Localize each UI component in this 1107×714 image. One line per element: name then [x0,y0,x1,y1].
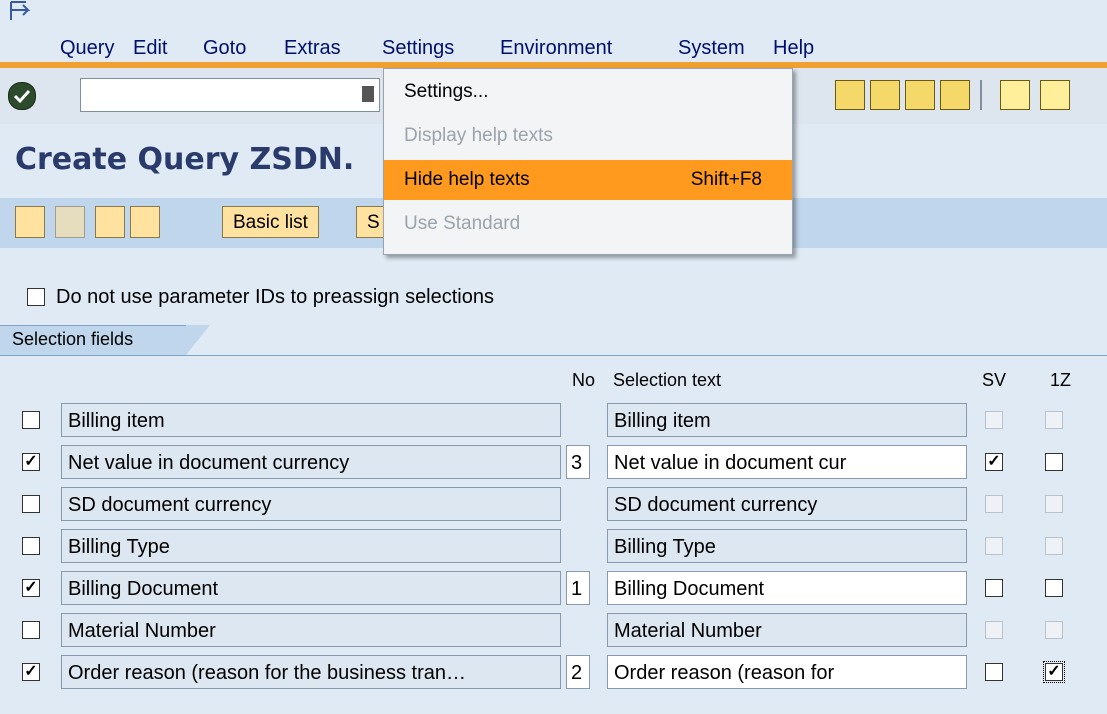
row-select-checkbox[interactable] [22,621,40,639]
page-title: Create Query ZSDN. [15,142,355,177]
param-ids-checkbox[interactable] [27,288,45,306]
first-page-icon[interactable] [835,80,865,110]
basic-list-button[interactable]: Basic list [222,206,319,238]
dropdown-item-settings[interactable]: Settings... [384,72,792,112]
row-select-checkbox[interactable] [22,495,40,513]
menu-system[interactable]: System [678,36,745,60]
tab-label: Selection fields [12,329,134,349]
dropdown-item-shortcut: Shift+F8 [690,169,762,190]
dropdown-item-label: Use Standard [404,213,521,234]
create-session-icon[interactable] [1000,80,1030,110]
sequence-number-input[interactable]: 1 [566,571,590,605]
tab-edge [186,325,210,355]
last-page-icon[interactable] [940,80,970,110]
iz-checkbox [1045,621,1063,639]
iz-checkbox[interactable] [1045,453,1063,471]
row-select-checkbox[interactable] [22,411,40,429]
selection-text-input: Billing item [607,403,967,437]
row-select-checkbox[interactable] [22,579,40,597]
iz-checkbox[interactable] [1045,579,1063,597]
exit-icon[interactable] [8,0,34,22]
col-header-1z: 1Z [1050,370,1072,390]
iz-checkbox [1045,537,1063,555]
sequence-number-input[interactable]: 3 [566,445,590,479]
selection-text-input: Material Number [607,613,967,647]
forward-icon[interactable] [55,206,85,238]
selection-text-input[interactable]: Net value in document cur [607,445,967,479]
sv-checkbox[interactable] [985,453,1003,471]
row-select-checkbox[interactable] [22,663,40,681]
row-select-checkbox[interactable] [22,537,40,555]
menu-help[interactable]: Help [773,36,814,60]
selection-text-input[interactable]: Billing Document [607,571,967,605]
dropdown-item-display-help-texts: Display help texts [384,116,792,156]
selection-text-input: Billing Type [607,529,967,563]
col-header-selection-text: Selection text [613,370,722,390]
dropdown-item-use-standard: Use Standard [384,204,792,244]
field-name: SD document currency [61,487,561,521]
sv-checkbox [985,537,1003,555]
field-name: Billing Document [61,571,561,605]
previous-page-icon[interactable] [870,80,900,110]
menu-environment[interactable]: Environment [500,36,612,60]
field-name: Billing item [61,403,561,437]
col-header-no: No [572,370,596,390]
selection-text-input: SD document currency [607,487,967,521]
sequence-number-input[interactable]: 2 [566,655,590,689]
selection-text-input[interactable]: Order reason (reason for [607,655,967,689]
menu-extras[interactable]: Extras [284,36,341,60]
dropdown-item-label: Settings... [404,81,489,102]
field-name: Billing Type [61,529,561,563]
command-field[interactable] [80,78,380,112]
sv-checkbox [985,411,1003,429]
command-history-icon[interactable] [362,86,374,102]
shortcut-icon[interactable] [1040,80,1070,110]
menu-goto[interactable]: Goto [203,36,246,60]
menu-settings[interactable]: Settings [382,36,454,60]
sv-checkbox[interactable] [985,663,1003,681]
enter-icon[interactable] [8,82,36,110]
back-icon[interactable] [15,206,45,238]
sv-checkbox [985,495,1003,513]
param-ids-label: Do not use parameter IDs to preassign se… [56,286,494,308]
dropdown-item-label: Display help texts [404,125,553,146]
screen-icon[interactable] [130,206,160,238]
col-header-sv: SV [982,370,1007,390]
test-icon[interactable] [95,206,125,238]
iz-checkbox [1045,411,1063,429]
field-name: Net value in document currency [61,445,561,479]
dropdown-item-label: Hide help texts [404,169,530,190]
menu-query[interactable]: Query [60,36,114,60]
sv-checkbox[interactable] [985,579,1003,597]
iz-checkbox [1045,495,1063,513]
field-name: Order reason (reason for the business tr… [61,655,561,689]
menu-edit[interactable]: Edit [133,36,167,60]
dropdown-item-hide-help-texts[interactable]: Hide help texts Shift+F8 [384,160,792,200]
sv-checkbox [985,621,1003,639]
row-select-checkbox[interactable] [22,453,40,471]
toolbar-separator [980,80,982,110]
field-name: Material Number [61,613,561,647]
iz-checkbox[interactable] [1043,661,1065,683]
next-page-icon[interactable] [905,80,935,110]
